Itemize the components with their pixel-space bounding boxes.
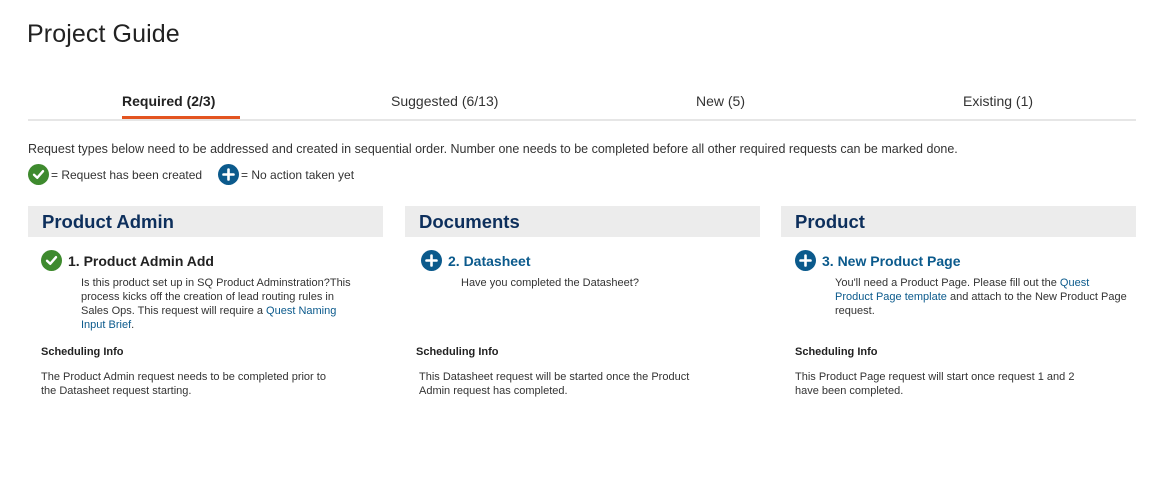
request-new-product-page[interactable]: 3. New Product Page	[795, 250, 960, 271]
tab-required[interactable]: Required (2/3)	[122, 93, 215, 109]
request-title: 1. Product Admin Add	[68, 252, 214, 269]
request-description: Have you completed the Datasheet?	[461, 276, 743, 290]
column-product-admin: Product Admin 1. Product Admin Add Is th…	[28, 206, 383, 397]
plus-circle-icon	[795, 250, 816, 271]
column-product: Product 3. New Product Page You'll need …	[781, 206, 1136, 397]
check-circle-icon	[41, 250, 62, 271]
check-circle-icon	[28, 164, 49, 185]
description-text: Have you completed the Datasheet?	[461, 277, 639, 289]
request-title: 2. Datasheet	[448, 252, 531, 269]
scheduling-info-title: Scheduling Info	[41, 346, 124, 358]
scheduling-info-text: This Datasheet request will be started o…	[419, 371, 690, 397]
description-text: You'll need a Product Page. Please fill …	[835, 277, 1060, 289]
request-datasheet[interactable]: 2. Datasheet	[421, 250, 530, 271]
request-product-admin-add[interactable]: 1. Product Admin Add	[41, 250, 214, 271]
column-header: Product Admin	[28, 206, 383, 237]
page-title: Project Guide	[27, 20, 180, 48]
plus-circle-icon	[421, 250, 442, 271]
active-tab-indicator	[122, 116, 240, 119]
scheduling-info-title: Scheduling Info	[416, 346, 499, 358]
request-description: You'll need a Product Page. Please fill …	[835, 276, 1127, 318]
tab-new[interactable]: New (5)	[696, 93, 745, 109]
column-header: Product	[781, 206, 1136, 237]
column-header: Documents	[405, 206, 760, 237]
legend-pending: = No action taken yet	[218, 164, 354, 185]
scheduling-info-text: This Product Page request will start onc…	[795, 371, 1075, 397]
request-title: 3. New Product Page	[822, 252, 961, 269]
tab-existing[interactable]: Existing (1)	[963, 93, 1033, 109]
column-documents: Documents 2. Datasheet Have you complete…	[405, 206, 760, 397]
legend-created: = Request has been created	[28, 164, 202, 185]
description-end: .	[131, 319, 135, 331]
legend-pending-label: = No action taken yet	[241, 167, 355, 182]
plus-circle-icon	[218, 164, 239, 185]
tab-suggested[interactable]: Suggested (6/13)	[391, 93, 498, 109]
legend-created-label: = Request has been created	[51, 167, 203, 182]
request-description: Is this product set up in SQ Product Adm…	[81, 276, 363, 332]
scheduling-info-title: Scheduling Info	[795, 346, 878, 358]
scheduling-info-text: The Product Admin request needs to be co…	[41, 371, 326, 397]
intro-text: Request types below need to be addressed…	[28, 142, 958, 156]
tab-bar: Required (2/3) Suggested (6/13) New (5) …	[28, 86, 1136, 121]
